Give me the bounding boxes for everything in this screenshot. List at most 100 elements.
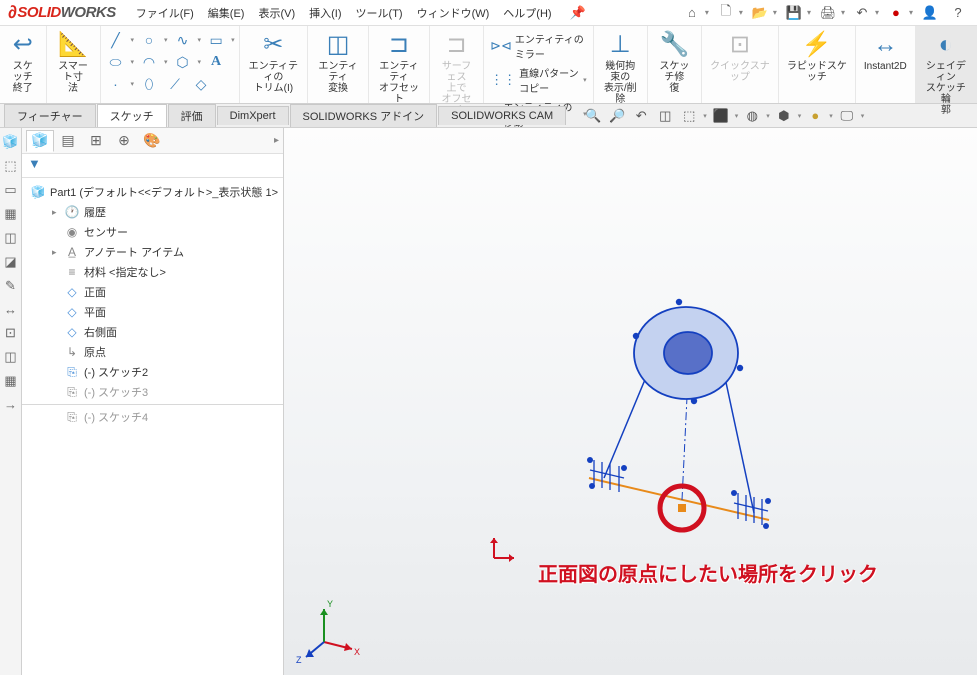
tree-sensors[interactable]: ◉ センサー [22,222,283,242]
rail-mate-icon[interactable]: ⊡ [5,325,16,341]
view-triad[interactable]: X Y Z [294,587,374,667]
undo-icon[interactable]: ↶ [851,3,873,23]
rebuild-icon[interactable]: ● [885,3,907,23]
fillet-icon[interactable]: ⟋ [164,74,186,94]
hide-show-icon[interactable]: ◍ [742,107,762,125]
sketch-edge[interactable] [724,373,754,513]
sketch-point[interactable] [691,398,697,404]
tree-sketch4[interactable]: ⎘ (-) スケッチ4 [22,407,283,427]
point-icon[interactable]: · [105,74,127,94]
expand-icon[interactable]: ▸ [52,247,62,258]
home-icon[interactable]: ⌂ [681,3,703,23]
decal-icon[interactable]: 🖵 [837,107,857,125]
tree-tab-config[interactable]: ▤ [54,130,82,152]
sketch-point[interactable] [633,333,639,339]
tree-tab-property[interactable]: ⊞ [82,130,110,152]
menu-tools[interactable]: ツール(T) [350,3,409,23]
print-icon[interactable]: 🖨 [817,3,839,23]
tree-history[interactable]: ▸ 🕐 履歴 [22,202,283,222]
prev-view-icon[interactable]: ↶ [631,107,651,125]
tree-sketch2[interactable]: ⎘ (-) スケッチ2 [22,362,283,382]
rail-sheetmetal-icon[interactable]: ◫ [4,230,16,246]
rail-assembly-icon[interactable]: ⬚ [4,158,16,174]
tree-right-plane[interactable]: ◇ 右側面 [22,322,283,342]
ribbon-exit-sketch[interactable]: ↩ スケッチ 終了 [0,26,47,103]
tree-origin[interactable]: ↳ 原点 [22,342,283,362]
tree-rollback-bar[interactable] [22,404,283,405]
ellipse-icon[interactable]: ⬯ [138,74,160,94]
ribbon-offset[interactable]: ⊐ エンティティ オフセット [369,26,430,103]
tree-filter[interactable]: ▼ [22,154,283,178]
tree-material[interactable]: ≡ 材料 <指定なし> [22,262,283,282]
rail-drawing-icon[interactable]: ▭ [4,182,16,198]
new-icon[interactable]: 🗋 [715,3,737,23]
menu-insert[interactable]: 挿入(I) [303,3,347,23]
spline-icon[interactable]: ∿ [172,30,194,50]
plane-icon[interactable]: ◇ [190,74,212,94]
rail-eval-icon[interactable]: ◫ [4,349,16,365]
tab-sketch[interactable]: スケッチ [97,104,167,127]
ribbon-constraints[interactable]: ⊥ 幾何拘束の 表示/削除 [594,26,648,103]
ribbon-rapid[interactable]: ⚡ ラピッドスケッチ [779,26,856,103]
menu-help[interactable]: ヘルプ(H) [497,3,557,23]
tree-tab-target[interactable]: ⊕ [110,130,138,152]
scene-icon[interactable]: ⬢ [774,107,794,125]
rect-icon[interactable]: ▭ [205,30,227,50]
menu-view[interactable]: 表示(V) [252,3,301,23]
tab-cam[interactable]: SOLIDWORKS CAM [438,106,566,125]
help-icon[interactable]: ? [947,3,969,23]
tab-features[interactable]: フィーチャー [4,104,96,127]
tree-root[interactable]: 🧊 Part1 (デフォルト<<デフォルト>_表示状態 1> [22,182,283,202]
tab-evaluate[interactable]: 評価 [168,104,216,127]
sketch-point[interactable] [765,498,771,504]
tree-tab-appearance[interactable]: 🎨 [138,130,166,152]
sketch-point[interactable] [676,299,682,305]
linear-pattern-button[interactable]: ⋮⋮直線パターン コピー▾ [488,64,589,96]
polygon-icon[interactable]: ⬡ [172,52,194,72]
ribbon-smart-dimension[interactable]: 📐 スマート寸 法 [47,26,101,103]
rail-arrow-icon[interactable]: → [4,397,17,412]
line-icon[interactable]: ╱ [105,30,127,50]
pin-icon[interactable]: 📌 [570,5,586,21]
rail-mold-icon[interactable]: ◪ [4,254,16,270]
graphics-viewport[interactable]: X Y Z 正面図の原点にしたい場所をクリック [284,128,977,675]
ribbon-trim[interactable]: ✂ エンティティの トリム(I) [240,26,309,103]
tree-top-plane[interactable]: ◇ 平面 [22,302,283,322]
open-icon[interactable]: 📂 [749,3,771,23]
rail-dim-icon[interactable]: ↔ [4,302,17,317]
sketch-point[interactable] [621,465,627,471]
arc-icon[interactable]: ◠ [138,52,160,72]
save-icon[interactable]: 💾 [783,3,805,23]
tree-front-plane[interactable]: ◇ 正面 [22,282,283,302]
sketch-point[interactable] [589,483,595,489]
rail-sketch-icon[interactable]: ✎ [5,278,16,294]
tab-dimxpert[interactable]: DimXpert [217,106,289,125]
tree-tab-feature[interactable]: 🧊 [26,130,54,152]
menu-file[interactable]: ファイル(F) [130,3,200,23]
sketch-point[interactable] [763,523,769,529]
sketch-circle-inner[interactable] [664,332,712,374]
view-orient-icon[interactable]: ⬛ [711,107,731,125]
sketch-point[interactable] [737,365,743,371]
ribbon-convert[interactable]: ◫ エンティティ 変換 [308,26,369,103]
zoom-fit-icon[interactable]: 🔍 [583,107,603,125]
slot-icon[interactable]: ⬭ [105,52,127,72]
user-icon[interactable]: 👤 [919,3,941,23]
ribbon-instant2d[interactable]: ↔ Instant2D [856,26,916,103]
tree-annotations[interactable]: ▸ A̲ アノテート アイテム [22,242,283,262]
display-style-icon[interactable]: ⬚ [679,107,699,125]
zoom-area-icon[interactable]: 🔎 [607,107,627,125]
rail-misc-icon[interactable]: ▦ [4,373,16,389]
menu-window[interactable]: ウィンドウ(W) [411,3,496,23]
sketch-point[interactable] [731,490,737,496]
text-icon[interactable]: A [205,52,227,72]
circle-icon[interactable]: ○ [138,30,160,50]
appearance-icon[interactable]: ● [805,107,825,125]
tree-dropdown-icon[interactable]: ▸ [274,135,279,146]
ribbon-shaded[interactable]: ◐ シェイディン スケッチ輪 郭 [916,26,977,103]
mirror-button[interactable]: ⊳⊲エンティティのミラー [488,30,589,62]
tab-addins[interactable]: SOLIDWORKS アドイン [290,104,438,127]
sketch-edge[interactable] [734,503,768,511]
rail-part-icon[interactable]: 🧊 [2,134,18,150]
menu-edit[interactable]: 編集(E) [202,3,251,23]
